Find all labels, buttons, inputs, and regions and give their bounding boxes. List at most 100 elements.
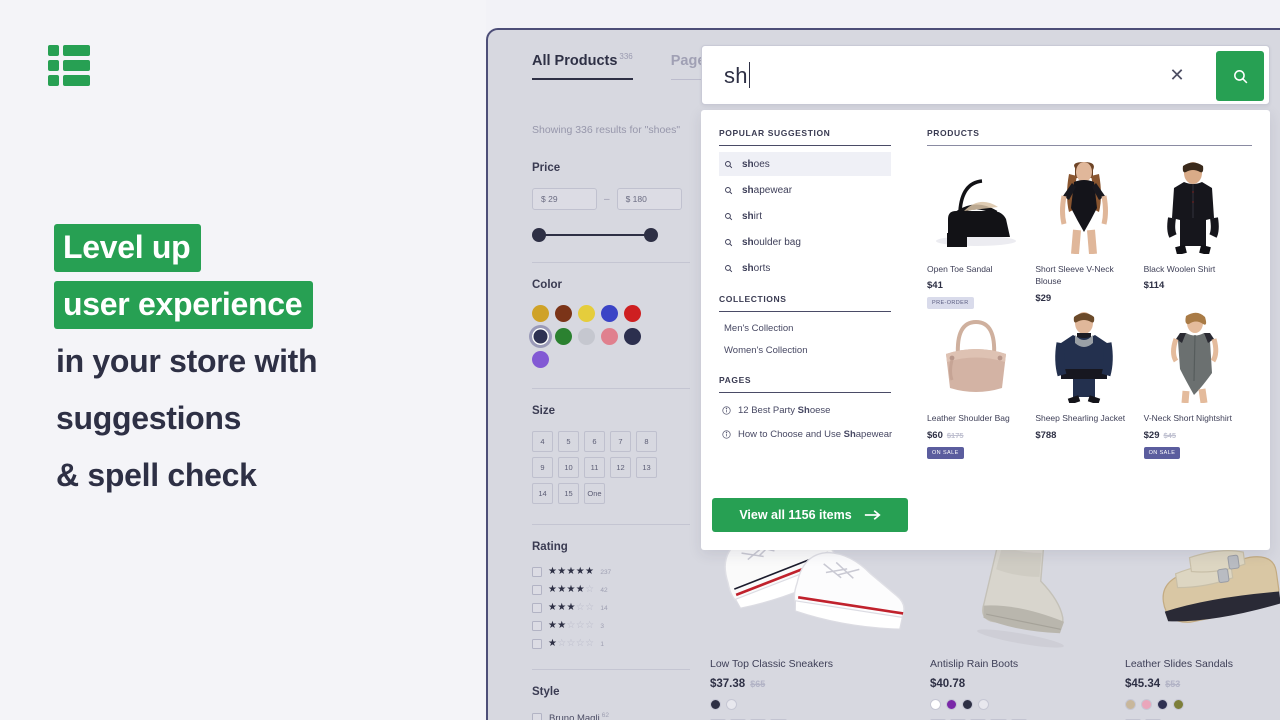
product-color-dot[interactable] (726, 699, 737, 710)
result-tabs: All Products336Pages1 (532, 52, 720, 80)
rating-checkbox[interactable] (532, 621, 542, 631)
suggestions-column: POPULAR SUGGESTION shoes shapewear shirt sh… (701, 110, 909, 550)
rating-checkbox[interactable] (532, 567, 542, 577)
close-icon[interactable]: ✕ (1167, 66, 1187, 84)
size-option[interactable]: 4 (532, 431, 553, 452)
color-swatch-dark-navy[interactable] (624, 328, 641, 345)
size-option[interactable]: 10 (558, 457, 579, 478)
rating-count: 3 (600, 622, 604, 630)
product-color-dot[interactable] (1141, 699, 1152, 710)
headline-line: Level up (54, 224, 202, 272)
tab-all-products[interactable]: All Products 336 (532, 52, 633, 80)
slider-handle-min[interactable] (532, 228, 546, 242)
size-option[interactable]: 15 (558, 483, 579, 504)
product-color-dot[interactable] (930, 699, 941, 710)
suggested-product-card[interactable]: V-Neck Short Nightshirt $29 $45 ON SALE (1143, 309, 1252, 459)
suggestion-item[interactable]: shoulder bag (719, 230, 891, 254)
color-swatch-green[interactable] (555, 328, 572, 345)
arrow-right-icon (864, 510, 881, 520)
collection-item[interactable]: Women's Collection (719, 339, 909, 361)
color-swatch-purple[interactable] (532, 351, 549, 368)
price-min-input[interactable]: $ 29 (532, 188, 597, 210)
size-option[interactable]: 6 (584, 431, 605, 452)
size-option[interactable]: 5 (558, 431, 579, 452)
style-filter-row[interactable]: Bruno Magli 62 (532, 712, 690, 720)
filters-sidebar: Price $ 29 – $ 180 Color Size 4 5 6 7 8 9 10 11… (532, 162, 690, 720)
rating-filter-row[interactable]: ★★☆☆☆ 3 (532, 621, 690, 631)
suggested-product-card[interactable]: Open Toe Sandal $41 PRE-ORDER (927, 160, 1035, 310)
suggestion-item[interactable]: shorts (719, 256, 891, 280)
text-caret (748, 61, 751, 88)
suggestion-label: shoes (742, 158, 770, 170)
rating-filter-row[interactable]: ★★★★☆ 42 (532, 585, 690, 595)
slider-handle-max[interactable] (644, 228, 658, 242)
rating-checkbox[interactable] (532, 603, 542, 613)
filter-style-title: Style (532, 686, 560, 698)
color-swatch-light-gray[interactable] (578, 328, 595, 345)
size-option[interactable]: 8 (636, 431, 657, 452)
popular-suggestion-heading: POPULAR SUGGESTION (719, 128, 891, 146)
product-color-dot[interactable] (946, 699, 957, 710)
suggested-product-card[interactable]: Sheep Shearling Jacket $788 (1035, 309, 1143, 458)
rating-checkbox[interactable] (532, 639, 542, 649)
suggestion-item[interactable]: shoes (719, 152, 891, 176)
tab-count: 336 (619, 52, 633, 61)
rating-filter-row[interactable]: ★★★☆☆ 14 (532, 603, 690, 613)
price-max-input[interactable]: $ 180 (616, 188, 682, 210)
size-option[interactable]: 14 (532, 483, 553, 504)
color-swatch-yellow[interactable] (578, 305, 595, 322)
filter-size-title: Size (532, 405, 556, 417)
rating-filter-row[interactable]: ★☆☆☆☆ 1 (532, 639, 690, 649)
page-result-item[interactable]: How to Choose and Use Shapewear (719, 422, 909, 446)
slider-track (539, 234, 651, 236)
product-color-dot[interactable] (1157, 699, 1168, 710)
product-price-current: $40.78 (930, 678, 966, 690)
rating-checkbox[interactable] (532, 585, 542, 595)
rating-filter-row[interactable]: ★★★★★ 237 (532, 567, 690, 577)
collections-heading: COLLECTIONS (719, 294, 891, 312)
product-image (1144, 309, 1242, 405)
search-bar[interactable]: sh ✕ (701, 45, 1270, 105)
product-color-dot[interactable] (978, 699, 989, 710)
price-range-slider[interactable] (532, 228, 658, 242)
color-swatch-navy[interactable] (532, 328, 549, 345)
product-color-dot[interactable] (1125, 699, 1136, 710)
pages-list: 12 Best Party Shoese How to Choose and Us… (719, 398, 909, 446)
size-option[interactable]: 9 (532, 457, 553, 478)
search-icon (1233, 69, 1247, 83)
search-submit-button[interactable] (1216, 51, 1264, 101)
color-swatch-red[interactable] (624, 305, 641, 322)
collection-item[interactable]: Men's Collection (719, 317, 909, 339)
color-swatch-list (532, 305, 658, 368)
page-result-item[interactable]: 12 Best Party Shoese (719, 398, 909, 422)
color-swatch-pink[interactable] (601, 328, 618, 345)
suggested-product-card[interactable]: Leather Shoulder Bag $60 $175 ON SALE (927, 309, 1035, 459)
product-color-options (930, 699, 1115, 710)
size-option[interactable]: One (584, 483, 605, 504)
product-color-dot[interactable] (962, 699, 973, 710)
product-color-dot[interactable] (1173, 699, 1184, 710)
star-rating-icon: ★★☆☆☆ (548, 620, 595, 631)
color-swatch-royal-blue[interactable] (601, 305, 618, 322)
product-price: $29 (1035, 293, 1133, 304)
size-option[interactable]: 7 (610, 431, 631, 452)
size-option[interactable]: 11 (584, 457, 605, 478)
suggested-product-card[interactable]: Black Woolen Shirt $114 (1144, 160, 1252, 309)
color-swatch-ochre[interactable] (532, 305, 549, 322)
view-all-items-button[interactable]: View all 1156 items (712, 498, 908, 532)
suggestion-item[interactable]: shapewear (719, 178, 891, 202)
search-input[interactable]: sh (724, 61, 751, 89)
product-image (1144, 160, 1242, 256)
color-swatch-dark-brown[interactable] (555, 305, 572, 322)
suggested-products-grid: Open Toe Sandal $41 PRE-ORDER Short Sleeve … (927, 160, 1252, 459)
suggestion-item[interactable]: shirt (719, 204, 891, 228)
rating-option-list: ★★★★★ 237 ★★★★☆ 42 ★★★☆☆ 14 ★★☆☆☆ 3 ★☆☆☆☆ 1 (532, 567, 690, 649)
search-icon (724, 160, 733, 169)
style-checkbox[interactable] (532, 713, 542, 720)
suggested-product-card[interactable]: Short Sleeve V-Neck Blouse $29 (1035, 160, 1143, 309)
size-option[interactable]: 12 (610, 457, 631, 478)
product-color-dot[interactable] (710, 699, 721, 710)
size-option[interactable]: 13 (636, 457, 657, 478)
filter-size: Size 4 5 6 7 8 9 10 11 12 13 14 15 One (532, 405, 690, 504)
rating-count: 237 (600, 568, 612, 576)
